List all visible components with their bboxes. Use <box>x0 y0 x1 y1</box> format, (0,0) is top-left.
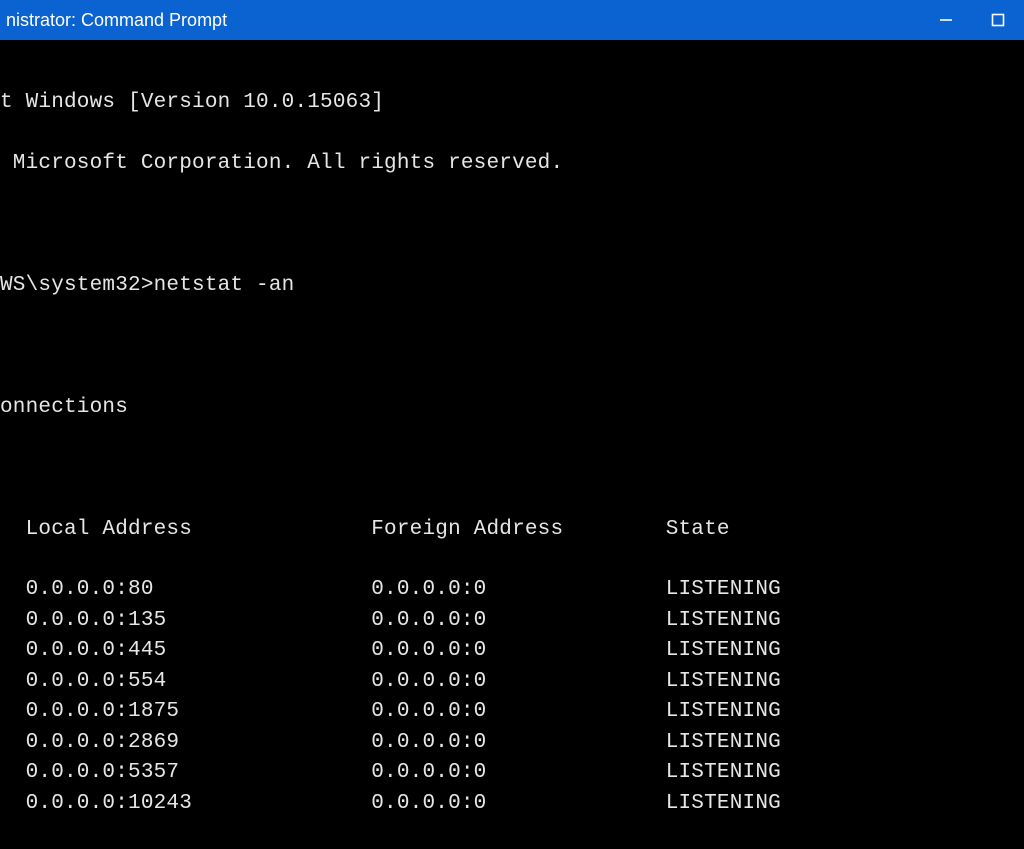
table-row: 0.0.0.0:445 0.0.0.0:0 LISTENING <box>0 636 1024 666</box>
table-row: 0.0.0.0:80 0.0.0.0:0 LISTENING <box>0 575 1024 605</box>
terminal-output[interactable]: t Windows [Version 10.0.15063] Microsoft… <box>0 40 1024 849</box>
maximize-button[interactable] <box>972 0 1024 40</box>
blank-line <box>0 332 1024 362</box>
table-row: 0.0.0.0:5357 0.0.0.0:0 LISTENING <box>0 758 1024 788</box>
section-header: onnections <box>0 393 1024 423</box>
titlebar: nistrator: Command Prompt <box>0 0 1024 40</box>
table-header: Local Address Foreign Address State <box>0 515 1024 545</box>
window-controls <box>920 0 1024 40</box>
copyright-line: Microsoft Corporation. All rights reserv… <box>0 149 1024 179</box>
minimize-button[interactable] <box>920 0 972 40</box>
table-row: 0.0.0.0:2869 0.0.0.0:0 LISTENING <box>0 728 1024 758</box>
window-title: nistrator: Command Prompt <box>0 10 227 31</box>
prompt-line: WS\system32>netstat -an <box>0 271 1024 301</box>
table-row: 0.0.0.0:554 0.0.0.0:0 LISTENING <box>0 667 1024 697</box>
table-row: 0.0.0.0:10243 0.0.0.0:0 LISTENING <box>0 789 1024 819</box>
version-line: t Windows [Version 10.0.15063] <box>0 88 1024 118</box>
blank-line <box>0 210 1024 240</box>
table-row: 0.0.0.0:1875 0.0.0.0:0 LISTENING <box>0 697 1024 727</box>
table-row: 0.0.0.0:135 0.0.0.0:0 LISTENING <box>0 606 1024 636</box>
blank-line <box>0 454 1024 484</box>
